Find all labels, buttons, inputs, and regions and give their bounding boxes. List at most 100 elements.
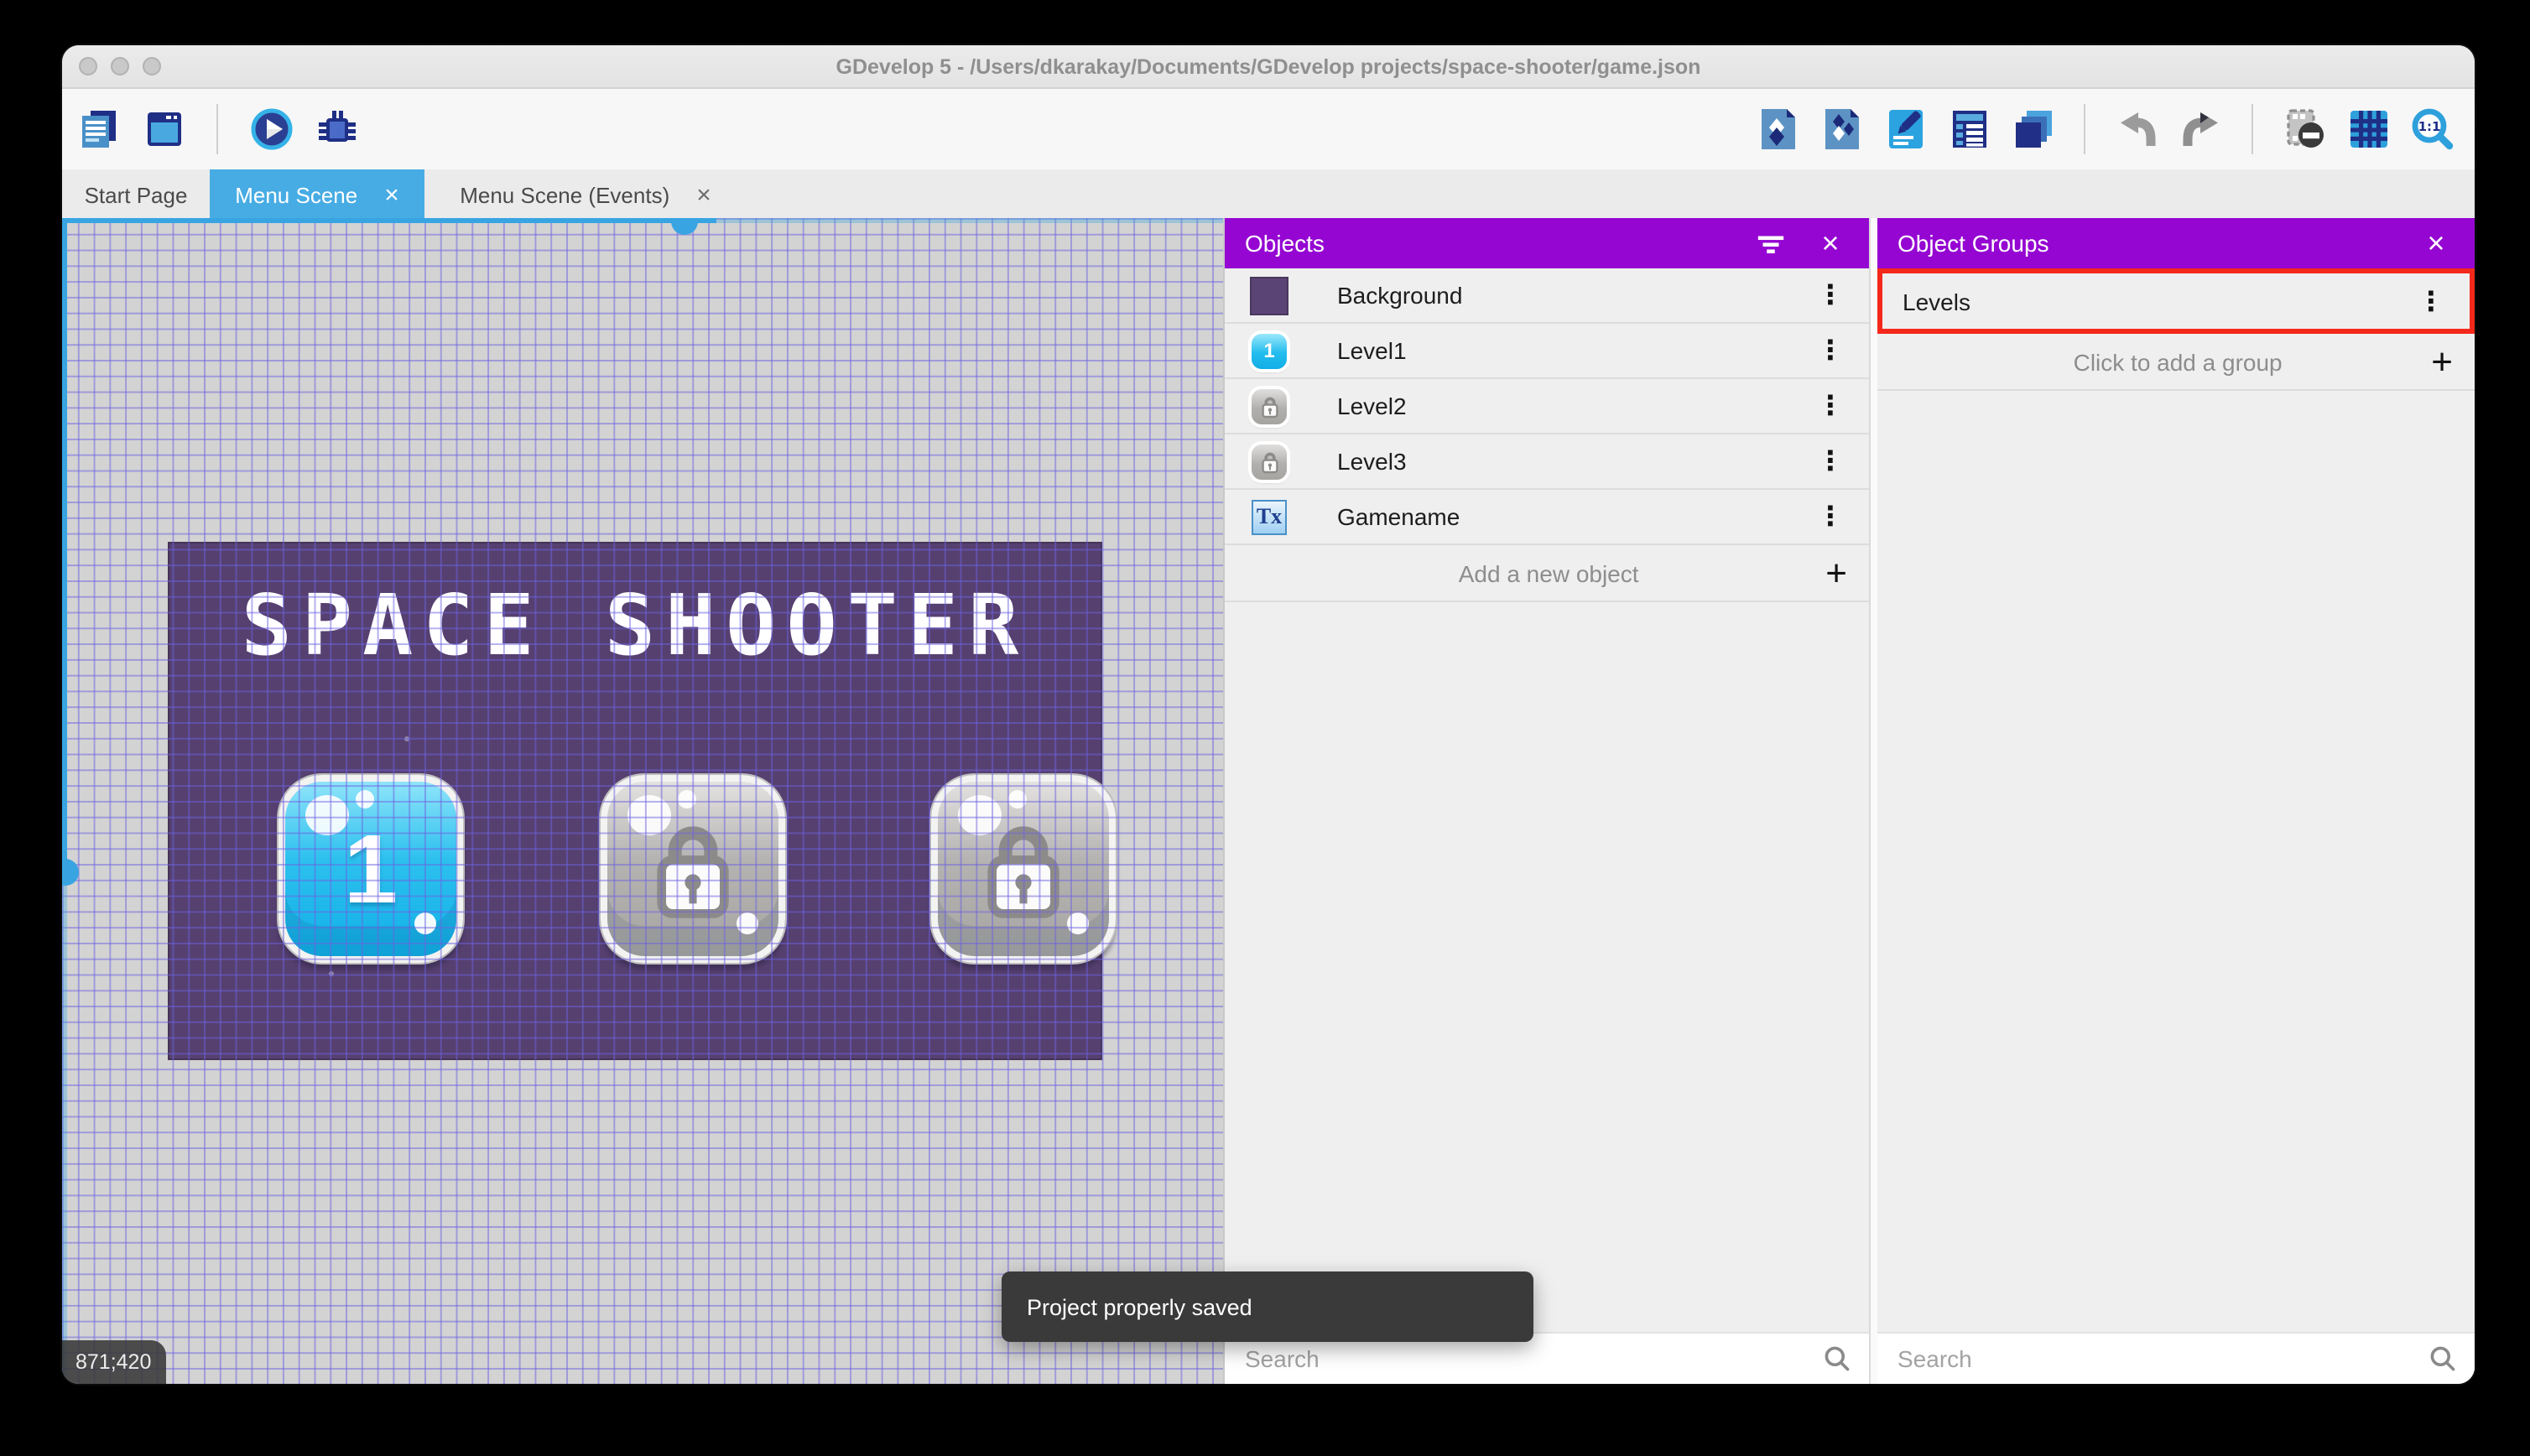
- object-row-gamename[interactable]: Tx Gamename ⋮: [1225, 490, 1869, 545]
- gloss-bubble: [737, 913, 758, 934]
- gloss-bubble: [356, 790, 374, 809]
- filter-icon[interactable]: [1752, 225, 1788, 262]
- scene-window-left-border-faded: [62, 871, 67, 1384]
- scene-window-left-handle[interactable]: [62, 859, 79, 886]
- object-name: Level1: [1337, 337, 1407, 364]
- lock-icon: [1259, 449, 1279, 474]
- cursor-coordinates-badge: 871;420: [62, 1340, 167, 1384]
- toolbar: 1:1: [62, 89, 2475, 169]
- object-row-level2[interactable]: Level2 ⋮: [1225, 379, 1869, 434]
- objects-panel-header: Objects ×: [1225, 218, 1869, 268]
- add-object-plus-icon[interactable]: +: [1825, 551, 1847, 595]
- add-group-row[interactable]: Click to add a group +: [1877, 334, 2475, 391]
- zoom-one-to-one-icon[interactable]: 1:1: [2409, 107, 2455, 152]
- toast-message: Project properly saved: [1027, 1294, 1252, 1319]
- level2-thumbnail: [1252, 388, 1287, 424]
- grid-icon[interactable]: [2345, 107, 2391, 152]
- scene-window-top-border: [62, 218, 716, 223]
- object-menu-icon[interactable]: ⋮: [1817, 334, 1844, 367]
- object-menu-icon[interactable]: ⋮: [1817, 445, 1844, 478]
- search-icon: [1825, 1346, 1850, 1371]
- group-name: Levels: [1903, 288, 1970, 315]
- tab-start-page[interactable]: Start Page: [62, 169, 210, 220]
- undo-icon[interactable]: [2114, 107, 2159, 152]
- object-menu-icon[interactable]: ⋮: [1817, 389, 1844, 423]
- star-decoration: [404, 736, 409, 741]
- add-group-label: Click to add a group: [2073, 348, 2283, 375]
- toolbar-divider: [2251, 104, 2253, 154]
- layers-icon[interactable]: [2010, 107, 2055, 152]
- scene-window-top-border-faded: [716, 218, 1223, 223]
- preview-play-icon[interactable]: [248, 107, 294, 152]
- tab-menu-scene[interactable]: Menu Scene ×: [210, 169, 424, 220]
- object-menu-icon[interactable]: ⋮: [1817, 500, 1844, 533]
- tab-close-icon[interactable]: ×: [384, 182, 399, 207]
- annotation-highlight: Levels ⋮: [1877, 268, 2475, 334]
- object-row-level3[interactable]: Level3 ⋮: [1225, 434, 1869, 490]
- level2-button-object[interactable]: [601, 775, 785, 963]
- screen: GDevelop 5 - /Users/dkarakay/Documents/G…: [0, 0, 2530, 1456]
- cursor-coordinates: 871;420: [75, 1350, 152, 1374]
- titlebar: GDevelop 5 - /Users/dkarakay/Documents/G…: [62, 45, 2475, 89]
- debug-icon[interactable]: [314, 107, 359, 152]
- group-menu-icon[interactable]: ⋮: [2418, 284, 2444, 318]
- add-object-label: Add a new object: [1458, 559, 1639, 586]
- scene-properties-icon[interactable]: [1882, 107, 1928, 152]
- level1-thumbnail: 1: [1252, 333, 1287, 368]
- gloss-bubble: [958, 795, 1002, 835]
- object-row-level1[interactable]: 1 Level1 ⋮: [1225, 324, 1869, 379]
- tab-menu-scene-events[interactable]: Menu Scene (Events) ×: [424, 169, 747, 220]
- tab-label: Menu Scene: [235, 182, 358, 207]
- tab-close-icon[interactable]: ×: [696, 182, 711, 207]
- project-manager-icon[interactable]: [75, 107, 121, 152]
- add-group-plus-icon[interactable]: +: [2431, 340, 2453, 383]
- scene-canvas[interactable]: SPACE SHOOTER 1 871;420: [62, 218, 1223, 1384]
- object-name: Gamename: [1337, 503, 1460, 530]
- toolbar-divider: [2084, 104, 2085, 154]
- redo-icon[interactable]: [2178, 107, 2223, 152]
- lock-icon: [1259, 393, 1279, 419]
- render-mask-icon[interactable]: [2282, 107, 2327, 152]
- svg-text:1:1: 1:1: [2418, 119, 2440, 134]
- objects-panel-icon[interactable]: [1755, 107, 1800, 152]
- object-name: Level2: [1337, 393, 1407, 419]
- scene-window-top-handle[interactable]: [671, 218, 698, 235]
- object-groups-panel: Object Groups × Levels ⋮ Click to add a …: [1877, 218, 2475, 1384]
- group-row-levels[interactable]: Levels ⋮: [1882, 273, 2470, 329]
- text-object-thumbnail: Tx: [1252, 499, 1287, 534]
- gloss-bubble: [678, 790, 696, 809]
- close-objects-panel-icon[interactable]: ×: [1812, 225, 1849, 262]
- instances-list-icon[interactable]: [1946, 107, 1991, 152]
- star-decoration: [329, 971, 334, 976]
- panel-splitter[interactable]: [1869, 218, 1877, 1384]
- gloss-bubble: [627, 795, 671, 835]
- object-menu-icon[interactable]: ⋮: [1817, 278, 1844, 312]
- object-row-background[interactable]: Background ⋮: [1225, 268, 1869, 324]
- gloss-bubble: [414, 913, 436, 934]
- close-object-groups-panel-icon[interactable]: ×: [2418, 225, 2455, 262]
- objects-panel-title: Objects: [1245, 230, 1325, 257]
- level1-button-object[interactable]: 1: [279, 775, 463, 963]
- gloss-bubble: [1067, 913, 1089, 934]
- game-background-object[interactable]: SPACE SHOOTER 1: [169, 543, 1116, 1058]
- window-icon[interactable]: [141, 107, 186, 152]
- save-toast: Project properly saved: [1002, 1271, 1533, 1342]
- object-name: Level3: [1337, 448, 1407, 475]
- search-icon: [2430, 1346, 2455, 1371]
- editor-tabbar: Start Page Menu Scene × Menu Scene (Even…: [62, 169, 2475, 220]
- gloss-bubble: [305, 795, 349, 835]
- toolbar-divider: [216, 104, 218, 154]
- add-object-row[interactable]: Add a new object +: [1225, 545, 1869, 602]
- scene-window-left-border: [62, 218, 67, 871]
- game-title-text[interactable]: SPACE SHOOTER: [169, 577, 1101, 674]
- gdevelop-window: GDevelop 5 - /Users/dkarakay/Documents/G…: [62, 45, 2475, 1384]
- object-name: Background: [1337, 282, 1463, 309]
- editor-content: SPACE SHOOTER 1 871;420 Objects × Backgr…: [62, 218, 2475, 1384]
- groups-search-input[interactable]: [1877, 1334, 2428, 1384]
- object-groups-panel-header: Object Groups ×: [1877, 218, 2475, 268]
- level3-button-object[interactable]: [931, 775, 1116, 963]
- groups-search-bar: [1877, 1332, 2475, 1384]
- tab-label: Start Page: [84, 182, 188, 207]
- tab-label: Menu Scene (Events): [460, 182, 670, 207]
- object-groups-panel-icon[interactable]: [1819, 107, 1864, 152]
